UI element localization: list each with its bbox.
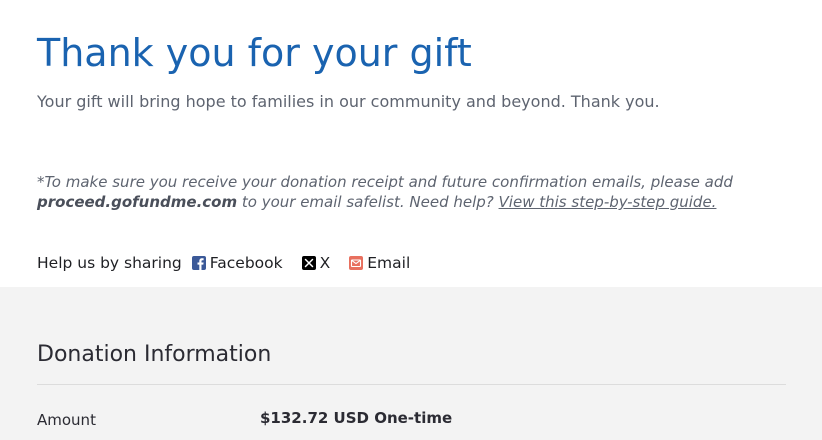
x-icon [301, 256, 316, 270]
facebook-icon [191, 256, 206, 270]
facebook-label: Facebook [209, 254, 283, 272]
page-title: Thank you for your gift [37, 31, 472, 75]
note-text-1: *To make sure you receive your donation … [37, 173, 733, 191]
email-label: Email [367, 254, 411, 272]
email-icon [349, 256, 364, 270]
safelist-domain: proceed.gofundme.com [37, 193, 238, 211]
step-by-step-guide-link[interactable]: View this step-by-step guide. [499, 193, 717, 211]
page-subtitle: Your gift will bring hope to families in… [37, 92, 660, 111]
section-title: Donation Information [37, 342, 272, 367]
share-bar: Help us by sharing Facebook X Email [37, 252, 410, 274]
share-label: Help us by sharing [37, 254, 182, 272]
share-facebook-link[interactable]: Facebook [191, 254, 283, 272]
amount-value: $132.72 USD One-time [260, 409, 453, 427]
section-divider [37, 384, 786, 385]
share-email-link[interactable]: Email [349, 254, 410, 272]
donation-information-panel: Donation Information Amount $132.72 USD … [0, 287, 822, 440]
share-x-link[interactable]: X [301, 254, 331, 272]
x-label: X [319, 254, 331, 272]
safelist-note: *To make sure you receive your donation … [37, 172, 797, 212]
confirmation-header: Thank you for your gift Your gift will b… [0, 0, 822, 287]
amount-label: Amount [37, 411, 96, 429]
note-text-2: to your email safelist. Need help? [237, 193, 499, 211]
